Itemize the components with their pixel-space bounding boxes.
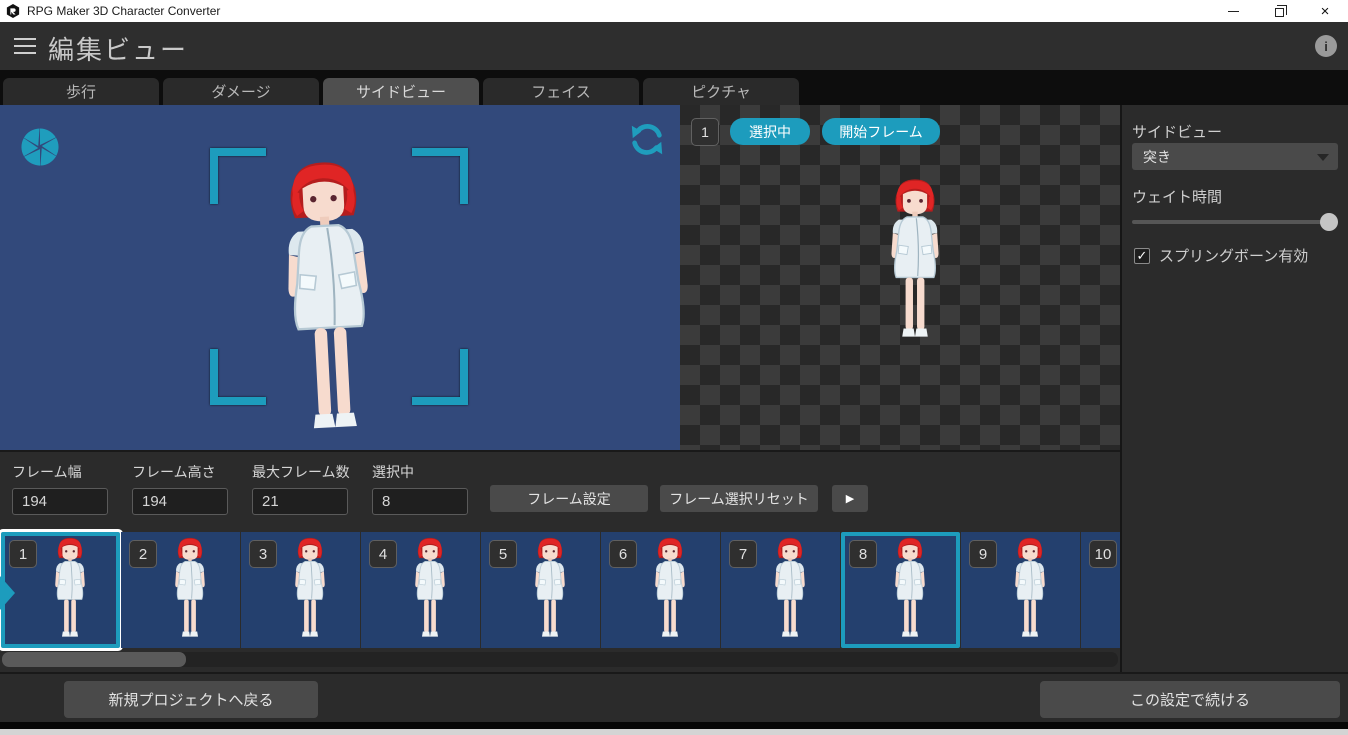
tab-walk[interactable]: 歩行 [3,78,159,105]
settings-sidebar: サイドビュー 突き ウェイト時間 ✓ スプリングボーン有効 [1120,105,1348,672]
frame-settings-panel: フレーム幅 フレーム高さ 最大フレーム数 選択中 フレーム設定 フレーム選択リセ… [0,450,1120,672]
character-sprite-thumb [763,537,817,645]
frame-number-badge: 7 [729,540,757,568]
frame-number-badge: 9 [969,540,997,568]
frame-number-badge: 10 [1089,540,1117,568]
selected-frame-field: 選択中 [372,462,468,515]
character-sprite-thumb [643,537,697,645]
slider-thumb[interactable] [1320,213,1338,231]
frame-number-badge: 5 [489,540,517,568]
frame-number-badge: 8 [849,540,877,568]
titlebar: RPG Maker 3D Character Converter × [0,0,1348,22]
info-button[interactable]: i [1315,35,1337,57]
chevron-down-icon [1317,154,1329,161]
tab-bar: 歩行 ダメージ サイドビュー フェイス ピクチャ [0,70,1348,105]
filmstrip-frame-2[interactable]: 2 [121,532,240,648]
frame-width-input[interactable] [12,488,108,515]
sideview-section-label: サイドビュー [1132,121,1222,142]
continue-button[interactable]: この設定で続ける [1040,681,1340,718]
filmstrip-frame-8[interactable]: 8 [841,532,960,648]
frame-number-badge: 3 [249,540,277,568]
scrollbar-thumb[interactable] [2,652,186,667]
filmstrip-frame-3[interactable]: 3 [241,532,360,648]
restore-button[interactable] [1256,0,1302,22]
tab-damage[interactable]: ダメージ [163,78,319,105]
filmstrip-frame-1[interactable]: 1 [1,532,120,648]
filmstrip-frame-5[interactable]: 5 [481,532,600,648]
close-button[interactable]: × [1302,0,1348,22]
aperture-icon[interactable] [18,125,62,169]
frame-height-input[interactable] [132,488,228,515]
page-title: 編集ビュー [48,30,188,67]
filmstrip-frame-6[interactable]: 6 [601,532,720,648]
header-bar: 編集ビュー i [0,22,1348,70]
window-title: RPG Maker 3D Character Converter [27,4,220,18]
frame-number-badge: 2 [129,540,157,568]
window-bottom-edge [0,722,1348,729]
frame-set-button[interactable]: フレーム設定 [490,485,648,512]
frame-reset-button[interactable]: フレーム選択リセット [660,485,818,512]
springbone-checkbox[interactable]: ✓ [1134,248,1150,264]
sheet-frame-number-badge: 1 [691,118,719,146]
character-sprite-thumb [163,537,217,645]
character-sprite-thumb [283,537,337,645]
app-window: RPG Maker 3D Character Converter × 編集ビュー… [0,0,1348,735]
preview-pane [0,105,680,450]
character-sprite-thumb [1003,537,1057,645]
selected-frame-button[interactable]: 選択中 [730,118,810,145]
filmstrip-frame-9[interactable]: 9 [961,532,1080,648]
character-sprite-thumb [43,537,97,645]
wait-time-label: ウェイト時間 [1132,186,1222,207]
play-button[interactable]: ▶ [832,485,868,512]
character-sprite-thumb [403,537,457,645]
frame-number-badge: 1 [9,540,37,568]
footer-bar: 新規プロジェクトへ戻る この設定で続ける [0,672,1348,722]
spritesheet-pane: 1 選択中 開始フレーム [680,105,1120,450]
wait-time-slider[interactable] [1132,213,1338,231]
springbone-checkbox-row[interactable]: ✓ スプリングボーン有効 [1134,245,1308,266]
window-resize-edge [0,729,1348,735]
rotate-icon[interactable] [628,120,666,160]
slider-track [1132,220,1338,224]
character-sprite-thumb [523,537,577,645]
max-frames-input[interactable] [252,488,348,515]
menu-button[interactable] [14,37,36,55]
frame-width-label: フレーム幅 [12,462,108,482]
tab-sideview[interactable]: サイドビュー [323,78,479,105]
back-to-project-button[interactable]: 新規プロジェクトへ戻る [64,681,318,718]
selected-frame-label: 選択中 [372,462,468,482]
restore-icon [1275,8,1284,17]
max-frames-label: 最大フレーム数 [252,462,348,482]
filmstrip-frame-7[interactable]: 7 [721,532,840,648]
motion-dropdown[interactable]: 突き [1132,143,1338,170]
minimize-icon [1228,11,1239,12]
close-icon: × [1321,4,1330,19]
motion-dropdown-value: 突き [1143,147,1171,167]
frame-height-label: フレーム高さ [132,462,228,482]
tab-face[interactable]: フェイス [483,78,639,105]
app-logo-icon [6,4,20,18]
frame-width-field: フレーム幅 [12,462,108,515]
character-sprite-preview [254,160,404,450]
selected-frame-input[interactable] [372,488,468,515]
character-sprite-sheet [872,178,958,350]
filmstrip: 1 2 3 4 5 6 7 [0,532,1120,648]
crop-handle-bottomright[interactable] [412,349,468,405]
frame-number-badge: 4 [369,540,397,568]
filmstrip-frame-4[interactable]: 4 [361,532,480,648]
springbone-label: スプリングボーン有効 [1159,245,1308,266]
minimize-button[interactable] [1210,0,1256,22]
character-sprite-thumb [883,537,937,645]
frame-number-badge: 6 [609,540,637,568]
frame-height-field: フレーム高さ [132,462,228,515]
tab-picture[interactable]: ピクチャ [643,78,799,105]
max-frames-field: 最大フレーム数 [252,462,348,515]
filmstrip-scrollbar[interactable] [2,652,1118,667]
crop-handle-topright[interactable] [412,148,468,204]
filmstrip-frame-10[interactable]: 10 [1081,532,1120,648]
start-frame-button[interactable]: 開始フレーム [822,118,940,145]
